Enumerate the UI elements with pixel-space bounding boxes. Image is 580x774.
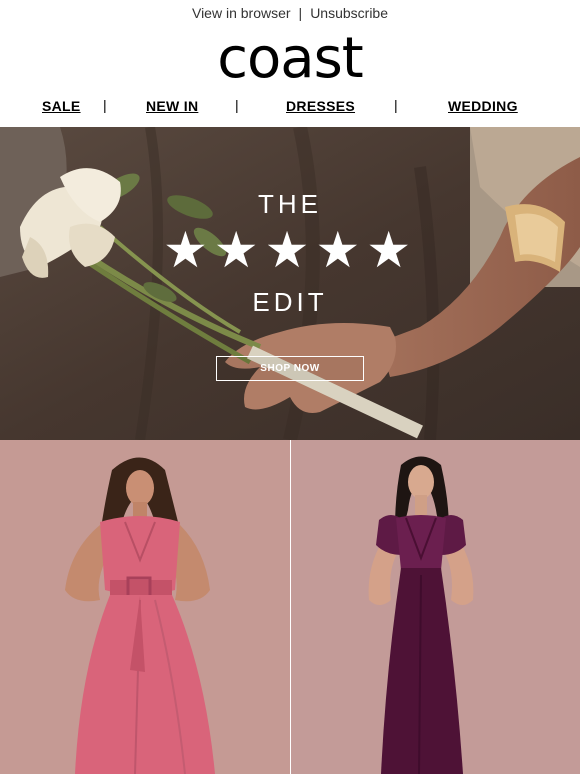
plum-dress-model-image [291,440,580,774]
nav-item-sale[interactable]: SALE [42,98,81,114]
nav-item-new-in[interactable]: NEW IN [146,98,198,114]
product-tile-plum-dress[interactable] [291,440,580,774]
nav-divider: | [235,97,239,113]
preheader-separator: | [298,5,303,21]
nav-item-wedding[interactable]: WEDDING [448,98,518,114]
nav-item-dresses[interactable]: DRESSES [286,98,355,114]
unsubscribe-link[interactable]: Unsubscribe [310,5,388,21]
shop-now-button[interactable]: SHOP NOW [216,356,364,381]
nav-divider: | [394,97,398,113]
logo-text: coast [217,26,363,91]
product-tile-pink-dress[interactable] [0,440,290,774]
preheader: View in browser | Unsubscribe [0,0,580,26]
brand-logo[interactable]: coast [0,28,580,90]
hero-heading-the: THE [258,189,322,219]
nav-divider: | [103,97,107,113]
hero-banner[interactable]: THE ★★★★★ EDIT SHOP NOW [0,127,580,440]
main-nav: SALE | NEW IN | DRESSES | WEDDING [0,94,580,118]
view-in-browser-link[interactable]: View in browser [192,5,291,21]
hero-background-image [0,127,580,440]
pink-dress-model-image [0,440,290,774]
hero-heading-edit: EDIT [252,287,328,317]
five-star-icons: ★★★★★ [162,222,418,278]
product-grid [0,440,580,774]
email-page: View in browser | Unsubscribe coast SALE… [0,0,580,774]
